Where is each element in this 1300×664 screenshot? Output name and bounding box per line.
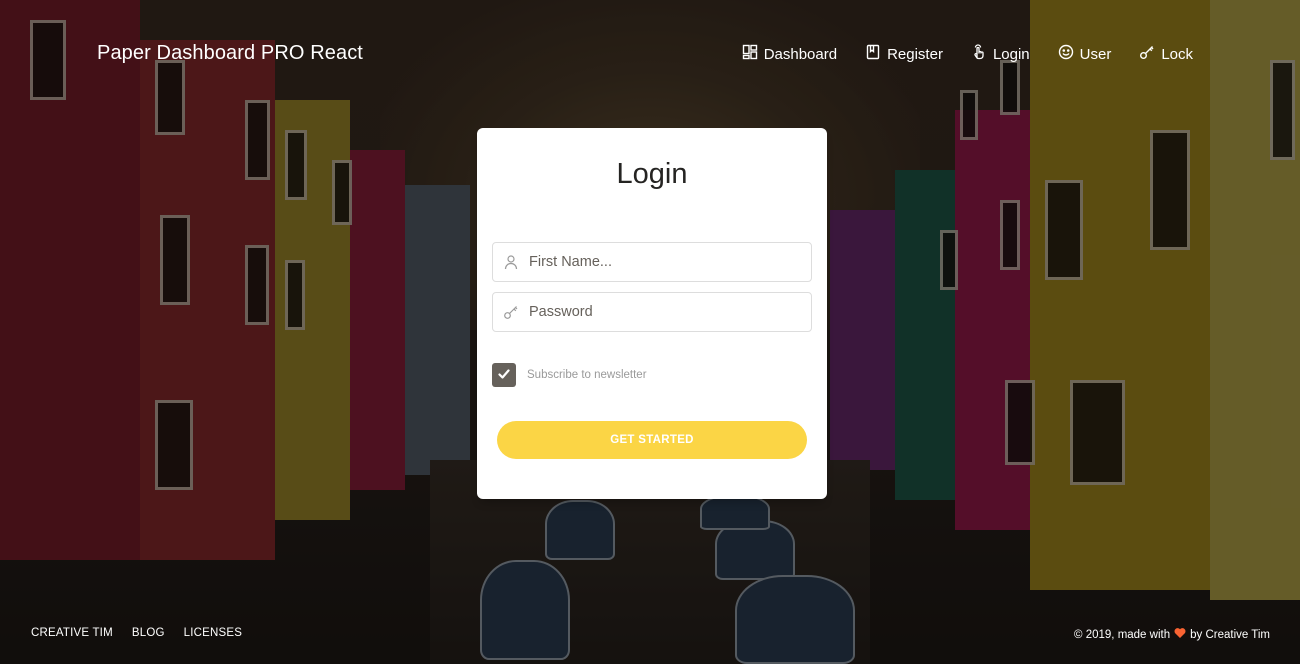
check-icon xyxy=(497,366,511,385)
get-started-button[interactable]: GET STARTED xyxy=(497,421,807,459)
login-title: Login xyxy=(616,158,688,190)
credit-prefix: © 2019, made with xyxy=(1074,628,1171,641)
nav-item-lock[interactable]: Lock xyxy=(1139,44,1193,64)
newsletter-label[interactable]: Subscribe to newsletter xyxy=(527,369,647,381)
top-navigation: Dashboard Register Login User Lock xyxy=(742,44,1193,64)
nav-item-register[interactable]: Register xyxy=(865,44,943,64)
nav-item-user[interactable]: User xyxy=(1058,44,1112,64)
user-icon xyxy=(493,243,529,281)
heart-icon xyxy=(1174,627,1186,642)
layout-icon xyxy=(742,44,758,64)
newsletter-checkbox[interactable] xyxy=(492,363,516,387)
key-icon xyxy=(1139,44,1155,64)
footer-links: CREATIVE TIM BLOG LICENSES xyxy=(31,627,242,639)
footer-link-blog[interactable]: BLOG xyxy=(132,627,165,639)
nav-label: Dashboard xyxy=(763,45,838,63)
footer-credits: © 2019, made with by Creative Tim xyxy=(1074,627,1270,642)
key-icon xyxy=(493,293,529,331)
nav-label: Register xyxy=(887,45,943,63)
footer-link-creative-tim[interactable]: CREATIVE TIM xyxy=(31,627,113,639)
tap-hand-icon xyxy=(971,44,987,64)
first-name-field xyxy=(492,242,812,282)
first-name-input[interactable] xyxy=(529,243,799,281)
password-input[interactable] xyxy=(529,293,799,331)
credit-suffix: by Creative Tim xyxy=(1190,628,1270,641)
brand-title[interactable]: Paper Dashboard PRO React xyxy=(97,42,363,65)
book-icon xyxy=(865,44,881,64)
newsletter-row: Subscribe to newsletter xyxy=(492,363,647,387)
nav-item-dashboard[interactable]: Dashboard xyxy=(742,44,837,64)
footer-link-licenses[interactable]: LICENSES xyxy=(184,627,242,639)
nav-label: Login xyxy=(992,45,1030,63)
nav-label: Lock xyxy=(1161,45,1193,63)
nav-item-login[interactable]: Login xyxy=(971,44,1030,64)
nav-label: User xyxy=(1079,45,1112,63)
password-field xyxy=(492,292,812,332)
login-card: Login Subscribe to newsletter GET STARTE… xyxy=(477,128,827,499)
smiley-icon xyxy=(1058,44,1074,64)
